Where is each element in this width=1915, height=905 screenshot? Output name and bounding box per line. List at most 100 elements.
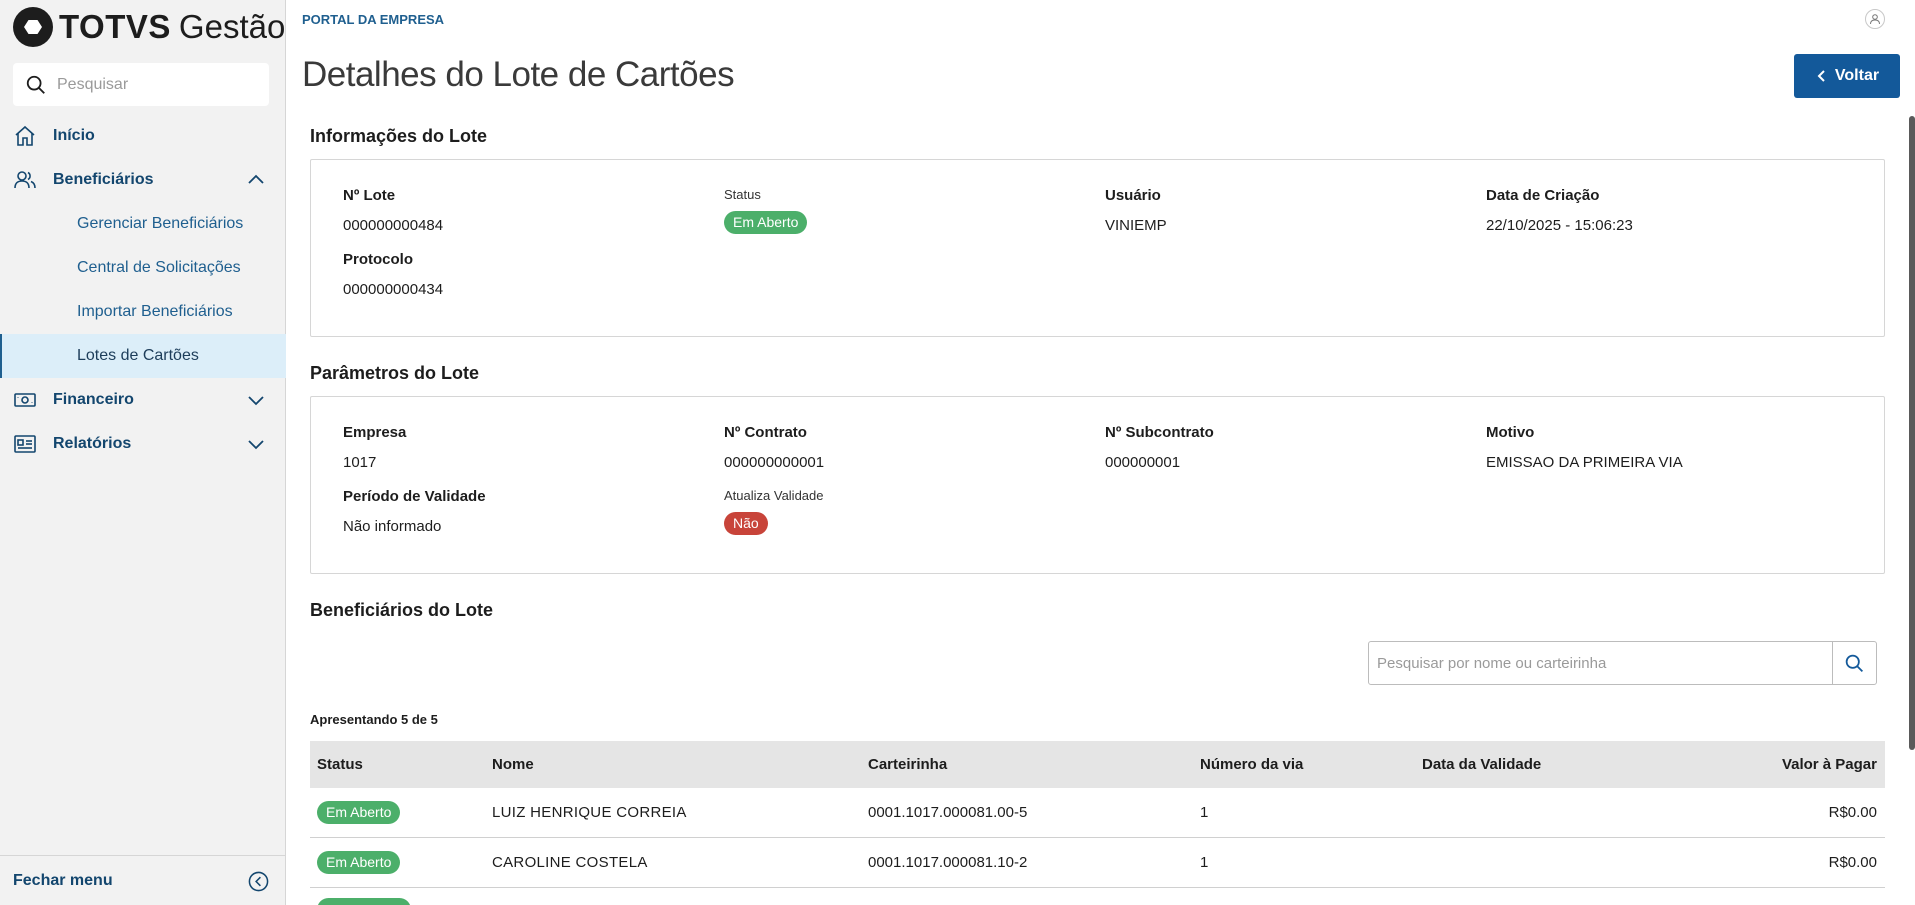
chevron-up-icon[interactable] bbox=[246, 170, 266, 190]
section-title-parametros: Parâmetros do Lote bbox=[310, 363, 480, 383]
column-header-status[interactable]: Status bbox=[310, 756, 492, 773]
status-badge: Não bbox=[724, 512, 768, 535]
close-menu-label: Fechar menu bbox=[13, 871, 113, 889]
totvs-logo: TOTVS Gestão bbox=[13, 6, 285, 48]
table-search bbox=[1368, 641, 1877, 685]
results-count: Apresentando 5 de 5 bbox=[310, 712, 438, 727]
column-header-validade[interactable]: Data da Validade bbox=[1422, 756, 1702, 773]
field-label: Nº Contrato bbox=[724, 424, 807, 441]
field-atualiza-validade: Atualiza Validade Não bbox=[724, 488, 824, 535]
field-status: Status Em Aberto bbox=[724, 187, 808, 234]
field-label: Usuário bbox=[1105, 187, 1161, 204]
sidebar-item-inicio[interactable]: Início bbox=[0, 114, 286, 158]
field-value: 000000000001 bbox=[724, 454, 825, 471]
sidebar-subitem-importar[interactable]: Importar Beneficiários bbox=[0, 290, 286, 334]
chevron-down-icon[interactable] bbox=[246, 390, 266, 410]
field-label: Nº Subcontrato bbox=[1105, 424, 1214, 441]
table-row[interactable] bbox=[310, 888, 1885, 905]
field-value: Não informado bbox=[343, 518, 442, 535]
cell-via: 1 bbox=[1200, 804, 1209, 821]
sidebar-menu: Início Beneficiários Gerenciar Beneficiá… bbox=[0, 114, 286, 466]
back-button[interactable]: Voltar bbox=[1794, 54, 1900, 98]
breadcrumb[interactable]: PORTAL DA EMPRESA bbox=[302, 12, 444, 27]
column-header-carteirinha[interactable]: Carteirinha bbox=[868, 756, 1200, 773]
field-label: Empresa bbox=[343, 424, 407, 441]
sidebar-search-input[interactable] bbox=[57, 75, 257, 94]
field-value: 1017 bbox=[343, 454, 377, 471]
field-subcontrato: Nº Subcontrato 000000001 bbox=[1105, 424, 1214, 471]
sidebar-item-label: Início bbox=[53, 127, 95, 144]
beneficiarios-table: Status Nome Carteirinha Número da via Da… bbox=[310, 741, 1885, 905]
status-badge bbox=[317, 898, 411, 905]
search-icon bbox=[1845, 654, 1863, 672]
field-empresa: Empresa 1017 bbox=[343, 424, 406, 471]
section-title-info: Informações do Lote bbox=[310, 126, 488, 146]
field-usuario: Usuário VINIEMP bbox=[1105, 187, 1167, 234]
parametros-card: Empresa 1017 Nº Contrato 000000000001 Nº… bbox=[310, 396, 1885, 574]
cell-valor: R$0.00 bbox=[1828, 804, 1877, 821]
users-icon bbox=[13, 168, 37, 192]
sidebar-subitem-gerenciar[interactable]: Gerenciar Beneficiários bbox=[0, 202, 286, 246]
cell-carteirinha: 0001.1017.000081.10-2 bbox=[868, 854, 1028, 871]
sidebar-item-label: Beneficiários bbox=[53, 171, 154, 188]
field-label: Motivo bbox=[1486, 424, 1535, 441]
main-content: PORTAL DA EMPRESA Detalhes do Lote de Ca… bbox=[287, 0, 1915, 905]
close-menu-button[interactable]: Fechar menu bbox=[0, 855, 286, 905]
field-value: EMISSAO DA PRIMEIRA VIA bbox=[1486, 454, 1683, 471]
status-badge: Em Aberto bbox=[724, 211, 808, 234]
status-badge: Em Aberto bbox=[317, 801, 401, 824]
cell-via: 1 bbox=[1200, 854, 1209, 871]
user-avatar-icon[interactable] bbox=[1865, 9, 1885, 29]
table-row[interactable]: Em Aberto LUIZ HENRIQUE CORREIA 0001.101… bbox=[310, 788, 1885, 838]
status-badge: Em Aberto bbox=[317, 851, 401, 874]
totvs-logo-icon bbox=[13, 7, 53, 47]
field-value: 000000000434 bbox=[343, 281, 444, 298]
scrollbar[interactable] bbox=[1909, 116, 1915, 750]
lote-info-card: Nº Lote 000000000484 Status Em Aberto Us… bbox=[310, 159, 1885, 337]
sidebar-item-label: Financeiro bbox=[53, 391, 134, 408]
field-value: 22/10/2025 - 15:06:23 bbox=[1486, 217, 1633, 234]
cell-nome: LUIZ HENRIQUE CORREIA bbox=[492, 804, 687, 821]
collapse-left-icon bbox=[248, 871, 269, 892]
table-search-input[interactable] bbox=[1369, 643, 1832, 683]
sidebar-item-label: Relatórios bbox=[53, 435, 132, 452]
field-label: Período de Validade bbox=[343, 488, 486, 505]
sidebar-item-beneficiarios[interactable]: Beneficiários bbox=[0, 158, 286, 202]
sidebar-subitem-central[interactable]: Central de Solicitações bbox=[0, 246, 286, 290]
cell-carteirinha: 0001.1017.000081.00-5 bbox=[868, 804, 1028, 821]
column-header-valor[interactable]: Valor à Pagar bbox=[1702, 756, 1885, 773]
column-header-nome[interactable]: Nome bbox=[492, 756, 868, 773]
field-value: 000000000484 bbox=[343, 217, 444, 234]
field-value: 000000001 bbox=[1105, 454, 1181, 471]
field-motivo: Motivo EMISSAO DA PRIMEIRA VIA bbox=[1486, 424, 1683, 471]
field-label: Status bbox=[724, 187, 761, 202]
column-header-via[interactable]: Número da via bbox=[1200, 756, 1422, 773]
sidebar-subitem-lotes[interactable]: Lotes de Cartões bbox=[0, 334, 286, 378]
table-row[interactable]: Em Aberto CAROLINE COSTELA 0001.1017.000… bbox=[310, 838, 1885, 888]
sidebar-item-financeiro[interactable]: Financeiro bbox=[0, 378, 286, 422]
home-icon bbox=[13, 124, 37, 148]
table-header: Status Nome Carteirinha Número da via Da… bbox=[310, 741, 1885, 788]
section-title-beneficiarios: Beneficiários do Lote bbox=[310, 600, 494, 620]
field-data-criacao: Data de Criação 22/10/2025 - 15:06:23 bbox=[1486, 187, 1633, 234]
field-label: Atualiza Validade bbox=[724, 488, 824, 503]
chevron-down-icon[interactable] bbox=[246, 434, 266, 454]
brand-name: TOTVS bbox=[59, 8, 171, 45]
field-label: Nº Lote bbox=[343, 187, 396, 204]
field-label: Protocolo bbox=[343, 251, 413, 268]
sidebar: TOTVSGestão Início Beneficiários Gerenci… bbox=[0, 0, 286, 905]
field-numero-lote: Nº Lote 000000000484 bbox=[343, 187, 443, 234]
report-icon bbox=[13, 432, 37, 456]
table-search-button[interactable] bbox=[1832, 642, 1876, 684]
field-label: Data de Criação bbox=[1486, 187, 1600, 204]
sidebar-item-relatorios[interactable]: Relatórios bbox=[0, 422, 286, 466]
back-button-label: Voltar bbox=[1834, 67, 1880, 84]
field-protocolo: Protocolo 000000000434 bbox=[343, 251, 443, 298]
money-icon bbox=[13, 388, 37, 412]
sidebar-search[interactable] bbox=[13, 63, 269, 106]
page-title: Detalhes do Lote de Cartões bbox=[302, 55, 735, 94]
search-icon bbox=[26, 75, 45, 94]
cell-nome: CAROLINE COSTELA bbox=[492, 854, 648, 871]
field-contrato: Nº Contrato 000000000001 bbox=[724, 424, 824, 471]
cell-valor: R$0.00 bbox=[1828, 854, 1877, 871]
